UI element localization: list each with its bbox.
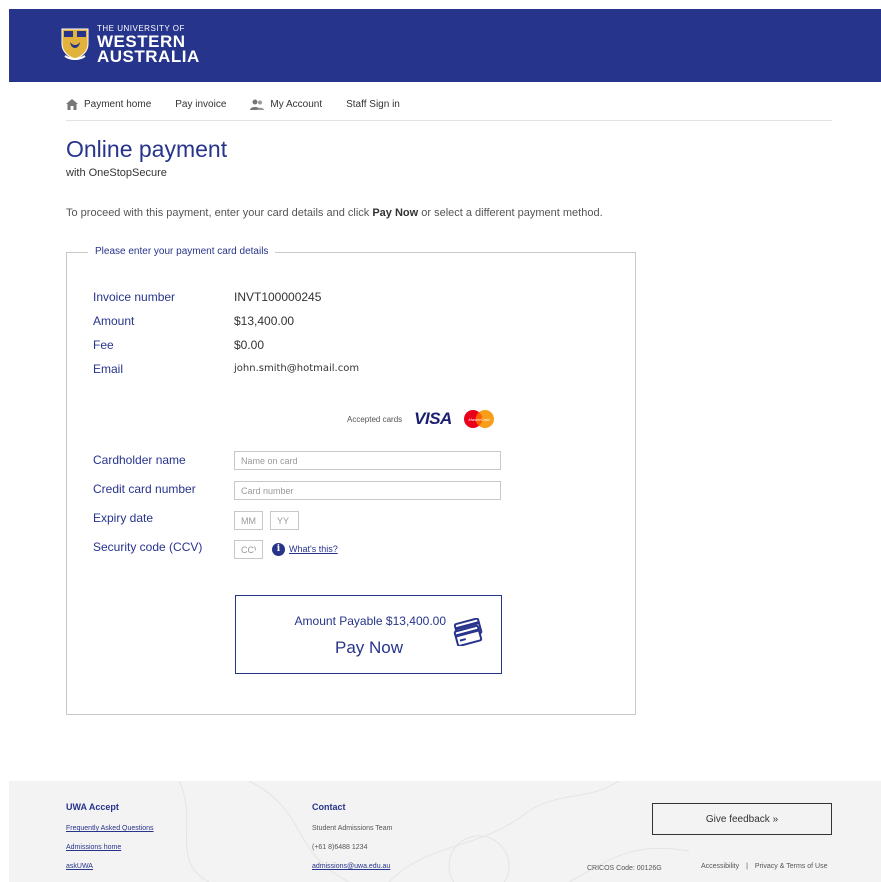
security-code-input[interactable] — [234, 540, 263, 559]
security-code-label: Security code (CCV) — [93, 540, 203, 554]
fee-value: $0.00 — [234, 338, 265, 352]
footer-admissions-home-link[interactable]: Admissions home — [66, 844, 121, 851]
intro-text-after: or select a different payment method. — [418, 207, 603, 219]
cardholder-name-label: Cardholder name — [93, 453, 186, 467]
credit-card-icon — [453, 618, 483, 646]
amount-label: Amount — [93, 314, 135, 328]
accessibility-link[interactable]: Accessibility — [701, 863, 739, 870]
payment-card-fieldset: Please enter your payment card details I… — [66, 246, 636, 715]
footer-uwa-accept-title: UWA Accept — [66, 802, 119, 812]
nav-staff-sign-in[interactable]: Staff Sign in — [346, 99, 400, 110]
mastercard-wordmark: MasterCard — [468, 417, 490, 422]
fieldset-legend: Please enter your payment card details — [88, 246, 276, 257]
page-subtitle: with OneStopSecure — [66, 167, 167, 179]
pay-now-button[interactable]: Amount Payable $13,400.00 Pay Now — [235, 595, 502, 674]
intro-text-before: To proceed with this payment, enter your… — [66, 207, 373, 219]
expiry-date-label: Expiry date — [93, 511, 154, 525]
nav-payment-home[interactable]: Payment home — [66, 99, 151, 110]
nav-my-account[interactable]: My Account — [250, 99, 322, 110]
footer-askuwa-link[interactable]: askUWA — [66, 863, 93, 870]
expiry-year-input[interactable] — [270, 511, 299, 530]
user-icon — [250, 99, 265, 110]
legal-separator: | — [746, 863, 748, 870]
footer-email-link[interactable]: admissions@uwa.edu.au — [312, 863, 390, 870]
page-title: Online payment — [66, 136, 228, 162]
footer-phone: (+61 8)6488 1234 — [312, 844, 368, 851]
invoice-number-label: Invoice number — [93, 290, 176, 304]
home-icon — [66, 99, 78, 110]
email-label: Email — [93, 362, 124, 376]
footer-contact-title: Contact — [312, 802, 346, 812]
accepted-cards-label: Accepted cards — [347, 414, 403, 424]
accepted-cards: Accepted cards VISA MasterCard — [347, 409, 496, 429]
amount-payable-text: Amount Payable $13,400.00 — [294, 614, 446, 628]
amount-value: $13,400.00 — [234, 314, 295, 328]
nav-label-my-account: My Account — [270, 99, 323, 110]
cardholder-name-input[interactable] — [234, 451, 501, 470]
footer-legal-links: Accessibility | Privacy & Terms of Use — [701, 863, 827, 870]
fee-label: Fee — [93, 338, 114, 352]
card-number-label: Credit card number — [93, 482, 196, 496]
mastercard-icon: MasterCard — [463, 410, 494, 428]
page: THE UNIVERSITY OF WESTERN AUSTRALIA Paym… — [0, 0, 881, 882]
footer-admissions-team: Student Admissions Team — [312, 825, 393, 832]
whats-this-link[interactable]: What's this? — [289, 544, 338, 554]
top-nav: Payment home Pay invoice My Account Staf… — [66, 89, 832, 121]
logo-wordmark: THE UNIVERSITY OF WESTERN AUSTRALIA — [97, 24, 200, 66]
site-header: THE UNIVERSITY OF WESTERN AUSTRALIA — [9, 9, 881, 82]
nav-label-pay-invoice: Pay invoice — [175, 99, 227, 110]
email-value: john.smith@hotmail.com — [234, 363, 360, 374]
site-footer: UWA Accept Frequently Asked Questions Ad… — [9, 781, 881, 882]
nav-label-staff-sign-in: Staff Sign in — [346, 99, 400, 110]
expiry-month-input[interactable] — [234, 511, 263, 530]
nav-label-payment-home: Payment home — [84, 99, 152, 110]
privacy-terms-link[interactable]: Privacy & Terms of Use — [755, 863, 828, 870]
pay-now-label: Pay Now — [335, 638, 404, 657]
cricos-code: CRICOS Code: 00126G — [587, 865, 662, 872]
logo-line-3: AUSTRALIA — [97, 46, 200, 66]
intro-text: To proceed with this payment, enter your… — [66, 207, 603, 219]
info-icon[interactable]: i — [272, 543, 285, 556]
nav-pay-invoice[interactable]: Pay invoice — [175, 99, 226, 110]
footer-faq-link[interactable]: Frequently Asked Questions — [66, 825, 154, 832]
crest-icon — [61, 28, 89, 60]
intro-text-bold: Pay Now — [372, 207, 419, 219]
visa-logo: VISA — [414, 409, 452, 428]
give-feedback-button[interactable]: Give feedback » — [652, 803, 832, 835]
card-number-input[interactable] — [234, 481, 501, 500]
uwa-logo[interactable]: THE UNIVERSITY OF WESTERN AUSTRALIA — [61, 19, 200, 69]
invoice-number-value: INVT100000245 — [234, 290, 322, 304]
